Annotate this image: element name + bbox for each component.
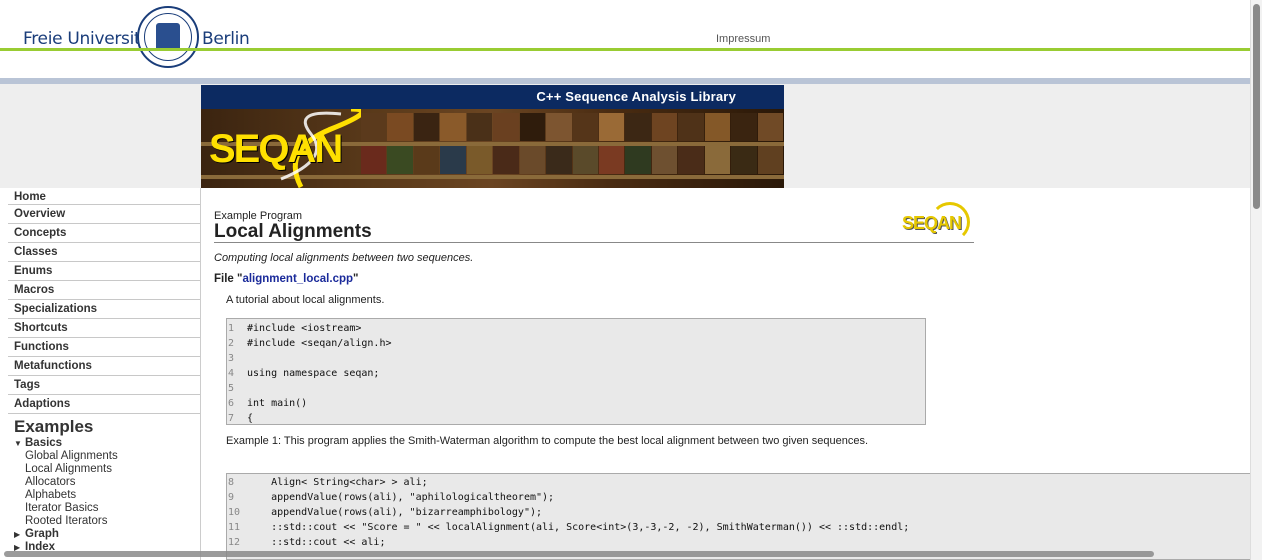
file-suffix: " [353, 273, 359, 285]
tutorial-description: A tutorial about local alignments. [226, 294, 385, 306]
sidebar-item-classes[interactable]: Classes [8, 243, 200, 262]
sidebar-item-enums[interactable]: Enums [8, 262, 200, 281]
sidebar-item-specializations[interactable]: Specializations [8, 300, 200, 319]
tree-item-allocators[interactable]: Allocators [14, 476, 200, 489]
sidebar-item-home[interactable]: Home [8, 188, 200, 205]
line-number: 2 [228, 338, 235, 349]
code-text: ::std::cout << "Score = " << localAlignm… [247, 522, 910, 533]
tree-item-iterator-basics[interactable]: Iterator Basics [14, 502, 200, 515]
line-number: 7 [228, 413, 235, 424]
file-prefix: File " [214, 273, 243, 285]
code-text: Align< String<char> > ali; [247, 477, 428, 488]
tree-item-local-alignments[interactable]: Local Alignments [14, 463, 200, 476]
sidebar-item-functions[interactable]: Functions [8, 338, 200, 357]
sidebar: Home Overview Concepts Classes Enums Mac… [0, 188, 201, 560]
code-text: #include <iostream> [247, 323, 362, 334]
tree-group-label[interactable]: Graph [25, 528, 59, 540]
code-line: 1 #include <iostream> [227, 321, 925, 336]
seqan-small-logo-text: SEQAN [902, 213, 962, 233]
line-number: 4 [228, 368, 235, 379]
code-line: 10 appendValue(rows(ali), "bizarreamphib… [227, 505, 1262, 520]
code-line: 5 [227, 381, 925, 396]
tree-item-global-alignments[interactable]: Global Alignments [14, 450, 200, 463]
code-block-includes[interactable]: 1 #include <iostream> 2 #include <seqan/al… [226, 318, 926, 425]
sidebar-item-shortcuts[interactable]: Shortcuts [8, 319, 200, 338]
title-divider [214, 242, 974, 243]
sidebar-nav: Home Overview Concepts Classes Enums Mac… [0, 188, 200, 414]
code-line: 7{ [227, 411, 925, 426]
page-header: Freie Universität Berlin Impressum [0, 0, 1250, 68]
vertical-scroll-thumb[interactable] [1253, 4, 1260, 209]
horizontal-scrollbar[interactable] [0, 549, 1250, 560]
sidebar-item-adaptions[interactable]: Adaptions [8, 395, 200, 414]
seqan-banner: C++ Sequence Analysis Library SEQAN [201, 85, 784, 188]
line-number: 10 [228, 507, 241, 518]
page-subtitle: Computing local alignments between two s… [214, 252, 474, 264]
vertical-scrollbar[interactable] [1250, 0, 1262, 560]
banner-library-image: SEQAN [201, 109, 784, 188]
code-text: { [247, 413, 254, 424]
triangle-down-icon[interactable]: ▼ [14, 437, 25, 450]
sidebar-item-concepts[interactable]: Concepts [8, 224, 200, 243]
examples-heading: Examples [14, 417, 94, 436]
example-description: Example 1: This program applies the Smit… [226, 435, 868, 447]
bookshelf-row [361, 146, 784, 174]
code-block-example[interactable]: 8 Align< String<char> > ali; 9 appendVal… [226, 473, 1262, 560]
university-seal-icon[interactable] [137, 6, 199, 68]
banner-title: C++ Sequence Analysis Library [536, 89, 736, 104]
code-line: 6 int main() [227, 396, 925, 411]
line-number: 11 [228, 522, 241, 533]
code-line: 2 #include <seqan/align.h> [227, 336, 925, 351]
code-line: 9 appendValue(rows(ali), "aphilologicalt… [227, 490, 1262, 505]
sidebar-item-metafunctions[interactable]: Metafunctions [8, 357, 200, 376]
code-line: 3 [227, 351, 925, 366]
code-text: ::std::cout << ali; [247, 537, 386, 548]
sidebar-item-tags[interactable]: Tags [8, 376, 200, 395]
line-number: 3 [228, 353, 235, 364]
university-name-right[interactable]: Berlin [202, 29, 250, 49]
line-number: 1 [228, 323, 235, 334]
code-text: appendValue(rows(ali), "aphilologicalthe… [247, 492, 555, 503]
seqan-logo: SEQAN [209, 127, 343, 171]
code-text: int main() [247, 398, 308, 409]
code-line: 11 ::std::cout << "Score = " << localAli… [227, 520, 1262, 535]
sidebar-item-overview[interactable]: Overview [8, 205, 200, 224]
banner-title-bar: C++ Sequence Analysis Library [201, 85, 784, 109]
code-line: 4 using namespace seqan; [227, 366, 925, 381]
tree-group-label[interactable]: Basics [25, 437, 62, 449]
code-line: 12 ::std::cout << ali; [227, 535, 1262, 550]
tree-group-graph[interactable]: ▶ Graph [14, 528, 200, 541]
sidebar-item-macros[interactable]: Macros [8, 281, 200, 300]
code-text: #include <seqan/align.h> [247, 338, 392, 349]
bookshelf-row [361, 113, 784, 141]
triangle-right-icon[interactable]: ▶ [14, 528, 25, 541]
tree-item-rooted-iterators[interactable]: Rooted Iterators [14, 515, 200, 528]
seal-shield [156, 23, 180, 51]
file-heading: File "alignment_local.cpp" [214, 273, 358, 285]
code-line: 8 Align< String<char> > ali; [227, 475, 1262, 490]
code-text: using namespace seqan; [247, 368, 380, 379]
horizontal-scroll-thumb[interactable] [4, 551, 1154, 557]
line-number: 12 [228, 537, 241, 548]
file-link[interactable]: alignment_local.cpp [242, 273, 353, 285]
content-header: Example Program Local Alignments [214, 210, 974, 243]
line-number: 6 [228, 398, 235, 409]
line-number: 5 [228, 383, 235, 394]
header-divider [0, 48, 1250, 51]
examples-tree: ▼ Basics Global Alignments Local Alignmen… [14, 437, 200, 554]
tree-item-alphabets[interactable]: Alphabets [14, 489, 200, 502]
tree-group-basics[interactable]: ▼ Basics [14, 437, 200, 450]
page-title: Local Alignments [214, 221, 372, 242]
seqan-small-logo: SEQAN [902, 202, 974, 244]
line-number: 9 [228, 492, 235, 503]
line-number: 8 [228, 477, 235, 488]
code-text: appendValue(rows(ali), "bizarreamphibolo… [247, 507, 543, 518]
impressum-link[interactable]: Impressum [716, 33, 770, 45]
